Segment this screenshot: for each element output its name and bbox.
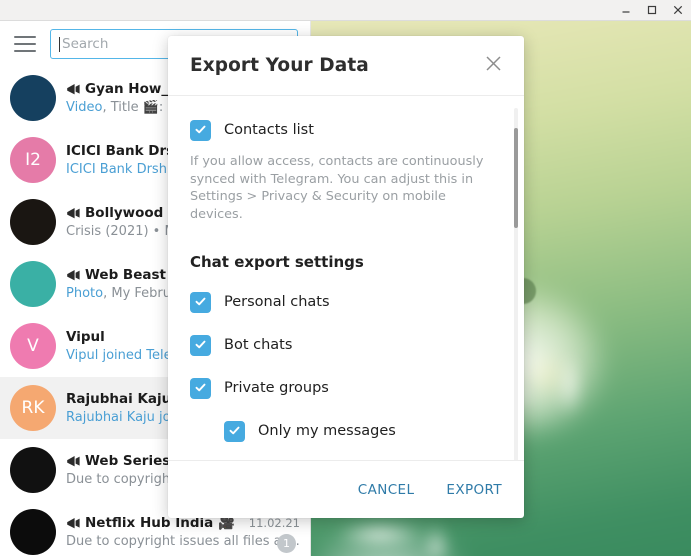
channel-megaphone-icon <box>66 455 81 468</box>
option-label: Bot chats <box>224 337 293 353</box>
option-contacts-list[interactable]: Contacts list <box>190 116 502 144</box>
dialog-scrollbar-thumb[interactable] <box>514 128 518 228</box>
chat-preview-highlight: Video <box>66 100 103 115</box>
channel-megaphone-icon <box>66 517 81 530</box>
dialog-close-button[interactable] <box>480 53 506 79</box>
chat-item-preview: Due to copyright issues all files ar… <box>66 534 300 549</box>
window-title-bar <box>0 0 691 21</box>
check-icon <box>194 379 207 398</box>
dialog-header: Export Your Data <box>168 36 524 96</box>
checkbox-personal-chats[interactable] <box>190 291 211 313</box>
option-label: Personal chats <box>224 294 330 310</box>
maximize-button[interactable] <box>639 0 665 20</box>
unread-badge: 1 <box>277 534 296 553</box>
chat-item-text: Netflix Hub India 🎥 11.02.21 Due to copyri… <box>66 515 300 549</box>
avatar <box>10 447 56 493</box>
minimize-icon <box>620 4 632 16</box>
option-only-my-messages[interactable]: Only my messages <box>190 417 502 445</box>
chat-preview-highlight: Photo <box>66 286 104 301</box>
contacts-description: If you allow access, contacts are contin… <box>190 154 484 222</box>
channel-megaphone-icon <box>66 269 81 282</box>
chat-preview-highlight: ICICI Bank Drshm <box>66 162 180 177</box>
export-data-dialog: Export Your Data Contacts list If you al… <box>168 36 524 518</box>
channel-megaphone-icon <box>66 83 81 96</box>
chat-export-option-list: Personal chats Bot chats Private groups Onl… <box>190 288 502 460</box>
option-label: Private groups <box>224 380 329 396</box>
option-bot-chats[interactable]: Bot chats <box>190 331 502 359</box>
checkbox-only-my-messages[interactable] <box>224 420 245 442</box>
channel-megaphone-icon <box>66 207 81 220</box>
search-placeholder: Search <box>62 36 109 52</box>
chat-item-title: Rajubhai Kaju <box>66 391 172 407</box>
dialog-footer: CANCEL EXPORT <box>168 460 524 518</box>
section-title-chat-export: Chat export settings <box>190 253 364 271</box>
window-close-button[interactable] <box>665 0 691 20</box>
chat-item-timestamp: 11.02.21 <box>248 516 300 530</box>
check-icon <box>194 336 207 355</box>
chat-item-title: Bollywood H <box>85 205 180 221</box>
dialog-body: Contacts list If you allow access, conta… <box>168 96 524 460</box>
avatar <box>10 199 56 245</box>
dialog-title: Export Your Data <box>190 55 369 76</box>
telegram-desktop-window: t messaging Search Gyan How_toVideo, Tit… <box>0 0 691 556</box>
avatar: V <box>10 323 56 369</box>
maximize-icon <box>646 4 658 16</box>
check-icon <box>194 121 207 140</box>
option-label: Only my messages <box>258 423 396 439</box>
option-private-groups[interactable]: Private groups <box>190 374 502 402</box>
option-personal-chats[interactable]: Personal chats <box>190 288 502 316</box>
option-label-contacts-list: Contacts list <box>224 122 314 138</box>
avatar: I2 <box>10 137 56 183</box>
chat-item-title: Vipul <box>66 329 105 345</box>
close-icon <box>485 55 502 76</box>
dialog-scrollbar-track[interactable] <box>514 108 518 460</box>
checkbox-contacts-list[interactable] <box>190 119 211 141</box>
chat-preview-highlight: Vipul joined Tele <box>66 348 172 363</box>
chat-item-title: Web Beast <box>85 267 166 283</box>
avatar <box>10 509 56 555</box>
avatar <box>10 261 56 307</box>
minimize-button[interactable] <box>613 0 639 20</box>
cancel-button[interactable]: CANCEL <box>358 482 415 498</box>
export-button[interactable]: EXPORT <box>446 482 502 498</box>
check-icon <box>228 422 241 441</box>
avatar: RK <box>10 385 56 431</box>
close-icon <box>672 4 684 16</box>
hamburger-menu-icon[interactable] <box>14 36 36 52</box>
avatar <box>10 75 56 121</box>
checkbox-bot-chats[interactable] <box>190 334 211 356</box>
check-icon <box>194 293 207 312</box>
checkbox-private-groups[interactable] <box>190 377 211 399</box>
text-caret <box>59 36 60 52</box>
chat-preview-highlight: Rajubhai Kaju jo <box>66 410 171 425</box>
